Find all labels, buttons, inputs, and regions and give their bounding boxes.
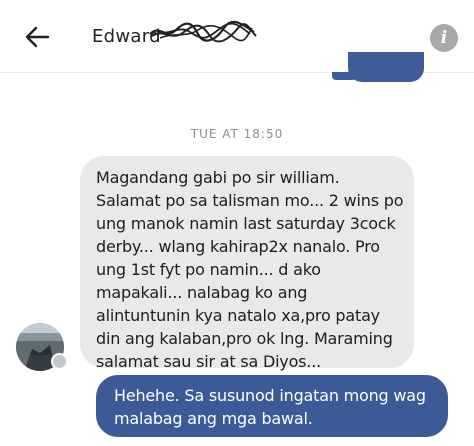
message-line: salamat sau sir at sa Diyos... bbox=[96, 352, 321, 371]
message-line: mapakali... nalabag ko ang bbox=[96, 283, 308, 302]
arrow-left-icon bbox=[25, 26, 50, 48]
redaction-scribble bbox=[149, 20, 257, 43]
info-button[interactable]: i bbox=[430, 24, 458, 52]
message-line: Magandang gabi po sir william. bbox=[96, 168, 340, 187]
message-line: Salamat po sa talisman mo... 2 wins po bbox=[96, 191, 404, 210]
message-line: malabag ang mga bawal. bbox=[114, 409, 313, 428]
back-button[interactable] bbox=[22, 22, 52, 52]
outgoing-message-bubble[interactable]: Hehehe. Sa susunod ingatan mong wag mala… bbox=[96, 375, 448, 437]
messenger-badge-icon bbox=[51, 353, 68, 370]
incoming-message-bubble[interactable]: Magandang gabi po sir william. Salamat p… bbox=[80, 156, 414, 371]
previous-outgoing-bubble bbox=[348, 52, 424, 82]
previous-outgoing-bubble-tail bbox=[332, 72, 356, 80]
message-line: derby... wlang kahirap2x nanalo. Pro bbox=[96, 237, 380, 256]
message-line: alintuntunin kya natalo xa,pro patay bbox=[96, 306, 380, 325]
message-line: din ang kalaban,pro ok lng. Maraming bbox=[96, 329, 393, 348]
message-line: Hehehe. Sa susunod ingatan mong wag bbox=[114, 386, 426, 405]
message-timestamp: TUE AT 18:50 bbox=[190, 127, 284, 141]
message-line: ung 1st fyt po namin... d ako bbox=[96, 260, 321, 279]
info-icon: i bbox=[440, 28, 448, 48]
message-line: ung manok namin last saturday 3cock bbox=[96, 214, 396, 233]
